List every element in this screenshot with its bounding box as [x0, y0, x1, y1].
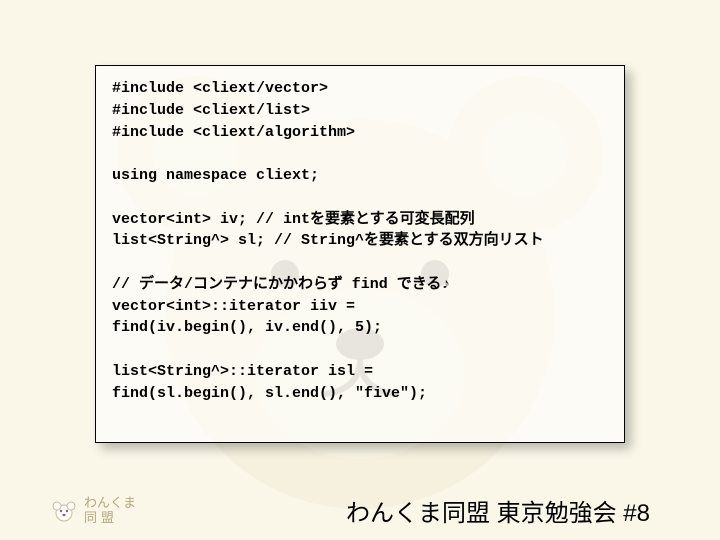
- code-line: // データ/コンテナにかかわらず find できる♪: [112, 274, 608, 296]
- code-line: [112, 252, 608, 274]
- code-line: find(sl.begin(), sl.end(), "five");: [112, 383, 608, 405]
- slide: #include <cliext/vector> #include <cliex…: [0, 0, 720, 540]
- code-line: using namespace cliext;: [112, 165, 608, 187]
- code-line: vector<int> iv; // intを要素とする可変長配列: [112, 209, 608, 231]
- code-line: #include <cliext/vector>: [112, 78, 608, 100]
- code-line: find(iv.begin(), iv.end(), 5);: [112, 317, 608, 339]
- bear-logo-icon: [50, 500, 78, 522]
- code-line: [112, 187, 608, 209]
- footer: わんくま 同盟 わんくま同盟 東京勉強会 #8: [0, 493, 720, 528]
- logo-line-1: わんくま: [84, 496, 136, 510]
- code-block: #include <cliext/vector> #include <cliex…: [95, 65, 625, 443]
- code-line: list<String^> sl; // String^を要素とする双方向リスト: [112, 230, 608, 252]
- logo-line-2: 同盟: [84, 511, 136, 525]
- code-line: [112, 339, 608, 361]
- logo-text: わんくま 同盟: [84, 496, 136, 525]
- code-line: #include <cliext/algorithm>: [112, 122, 608, 144]
- footer-title: わんくま同盟 東京勉強会 #8: [346, 493, 650, 528]
- code-line: #include <cliext/list>: [112, 100, 608, 122]
- code-line: list<String^>::iterator isl =: [112, 361, 608, 383]
- code-line: vector<int>::iterator iiv =: [112, 296, 608, 318]
- code-line: [112, 143, 608, 165]
- logo: わんくま 同盟: [50, 496, 136, 525]
